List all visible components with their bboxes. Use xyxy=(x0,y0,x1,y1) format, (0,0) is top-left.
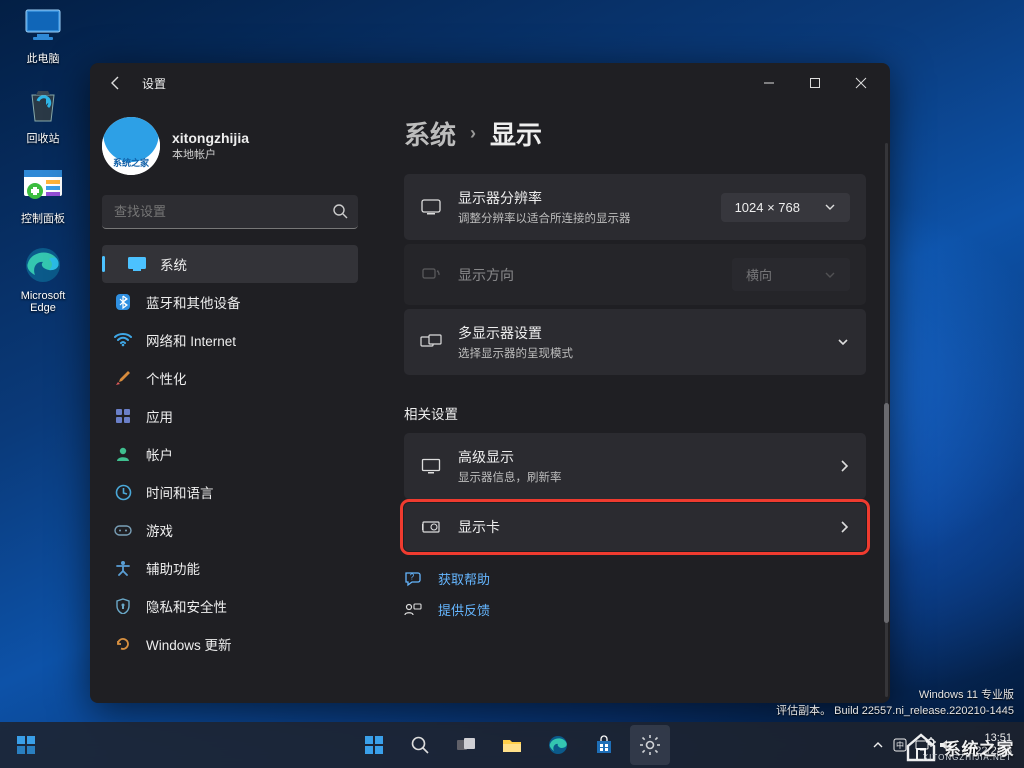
svg-text:?: ? xyxy=(410,572,415,581)
chevron-right-icon xyxy=(838,520,850,534)
scrollbar-thumb[interactable] xyxy=(884,403,889,623)
settings-window: 设置 系统之家 xitongzhijia 本地帐户 系统 蓝牙和其他设备 xyxy=(90,63,890,703)
wifi-icon xyxy=(114,331,132,349)
main-panel: 系统 › 显示 显示器分辨率 调整分辨率以适合所连接的显示器 1024 × 76… xyxy=(370,103,890,703)
nav-bluetooth[interactable]: 蓝牙和其他设备 xyxy=(102,283,358,321)
profile-name: xitongzhijia xyxy=(172,130,249,146)
nav-accessibility[interactable]: 辅助功能 xyxy=(102,549,358,587)
task-view[interactable] xyxy=(446,725,486,765)
widgets-button[interactable] xyxy=(6,725,46,765)
link-feedback[interactable]: 提供反馈 xyxy=(438,600,490,619)
nav-personalization[interactable]: 个性化 xyxy=(102,359,358,397)
nav-gaming[interactable]: 游戏 xyxy=(102,511,358,549)
nav-list: 系统 蓝牙和其他设备 网络和 Internet 个性化 应用 帐户 时间和语言 … xyxy=(102,245,358,663)
svg-text:中: 中 xyxy=(896,740,904,750)
start-button[interactable] xyxy=(354,725,394,765)
nav-windows-update[interactable]: Windows 更新 xyxy=(102,625,358,663)
breadcrumb-current: 显示 xyxy=(490,115,542,152)
breadcrumb: 系统 › 显示 xyxy=(404,115,866,152)
minimize-button[interactable] xyxy=(746,67,792,99)
taskbar-explorer[interactable] xyxy=(492,725,532,765)
chevron-right-icon xyxy=(838,459,850,473)
feedback-icon xyxy=(404,602,422,618)
maximize-button[interactable] xyxy=(792,67,838,99)
card-orientation: 显示方向 横向 xyxy=(404,244,866,305)
search-box[interactable] xyxy=(102,195,358,229)
nav-network[interactable]: 网络和 Internet xyxy=(102,321,358,359)
update-icon xyxy=(114,635,132,653)
build-info: Windows 11 专业版 评估副本。 Build 22557.ni_rele… xyxy=(776,686,1014,718)
taskbar-edge[interactable] xyxy=(538,725,578,765)
profile-block[interactable]: 系统之家 xitongzhijia 本地帐户 xyxy=(102,111,358,189)
nav-accounts[interactable]: 帐户 xyxy=(102,435,358,473)
desktop-icon-recycle-bin[interactable]: 回收站 xyxy=(6,84,80,146)
bluetooth-icon xyxy=(114,293,132,311)
taskbar-search[interactable] xyxy=(400,725,440,765)
desktop-icon-control-panel[interactable]: 控制面板 xyxy=(6,164,80,226)
section-related: 相关设置 xyxy=(404,403,866,423)
card-display-resolution[interactable]: 显示器分辨率 调整分辨率以适合所连接的显示器 1024 × 768 xyxy=(404,174,866,240)
card-multi-monitor[interactable]: 多显示器设置 选择显示器的呈现模式 xyxy=(404,309,866,375)
nav-privacy[interactable]: 隐私和安全性 xyxy=(102,587,358,625)
sidebar: 系统之家 xitongzhijia 本地帐户 系统 蓝牙和其他设备 网络和 In… xyxy=(90,103,370,703)
orientation-dropdown: 横向 xyxy=(732,258,850,291)
nav-time-language[interactable]: 时间和语言 xyxy=(102,473,358,511)
window-title: 设置 xyxy=(142,75,166,92)
avatar: 系统之家 xyxy=(102,117,160,175)
apps-icon xyxy=(114,407,132,425)
profile-sub: 本地帐户 xyxy=(172,146,249,162)
tray-chevron-up-icon[interactable] xyxy=(873,740,883,750)
desktop-icons: 此电脑 回收站 控制面板 Microsoft Edge xyxy=(6,4,80,314)
accessibility-icon xyxy=(114,559,132,577)
taskbar: 中 13:51 2022/2/18 xyxy=(0,722,1024,768)
desktop-icon-this-pc[interactable]: 此电脑 xyxy=(6,4,80,66)
card-advanced-display[interactable]: 高级显示 显示器信息，刷新率 xyxy=(404,433,866,499)
chevron-down-icon xyxy=(824,269,836,281)
titlebar: 设置 xyxy=(90,63,890,103)
chevron-down-icon xyxy=(824,201,836,213)
close-button[interactable] xyxy=(838,67,884,99)
monitor-icon xyxy=(420,458,442,474)
chevron-right-icon: › xyxy=(470,123,476,144)
taskbar-settings[interactable] xyxy=(630,725,670,765)
orientation-icon xyxy=(420,267,442,283)
watermark: 系统之家 XITONGZHIJIA.NET xyxy=(904,732,1014,762)
gaming-icon xyxy=(114,521,132,539)
back-button[interactable] xyxy=(104,71,128,95)
multi-monitor-icon xyxy=(420,334,442,350)
graphics-icon xyxy=(420,519,442,535)
clock-lang-icon xyxy=(114,483,132,501)
breadcrumb-parent[interactable]: 系统 xyxy=(404,115,456,152)
search-icon xyxy=(332,203,348,219)
card-graphics[interactable]: 显示卡 xyxy=(404,503,866,551)
nav-apps[interactable]: 应用 xyxy=(102,397,358,435)
resolution-icon xyxy=(420,199,442,215)
brush-icon xyxy=(114,369,132,387)
taskbar-store[interactable] xyxy=(584,725,624,765)
search-input[interactable] xyxy=(102,195,358,229)
desktop-icon-edge[interactable]: Microsoft Edge xyxy=(6,244,80,314)
shield-icon xyxy=(114,597,132,615)
system-icon xyxy=(128,255,146,273)
nav-system[interactable]: 系统 xyxy=(102,245,358,283)
resolution-dropdown[interactable]: 1024 × 768 xyxy=(721,193,850,222)
link-get-help[interactable]: 获取帮助 xyxy=(438,569,490,588)
person-icon xyxy=(114,445,132,463)
chevron-down-icon xyxy=(836,335,850,349)
help-links: ? 获取帮助 提供反馈 xyxy=(404,569,866,619)
help-icon: ? xyxy=(404,571,422,587)
